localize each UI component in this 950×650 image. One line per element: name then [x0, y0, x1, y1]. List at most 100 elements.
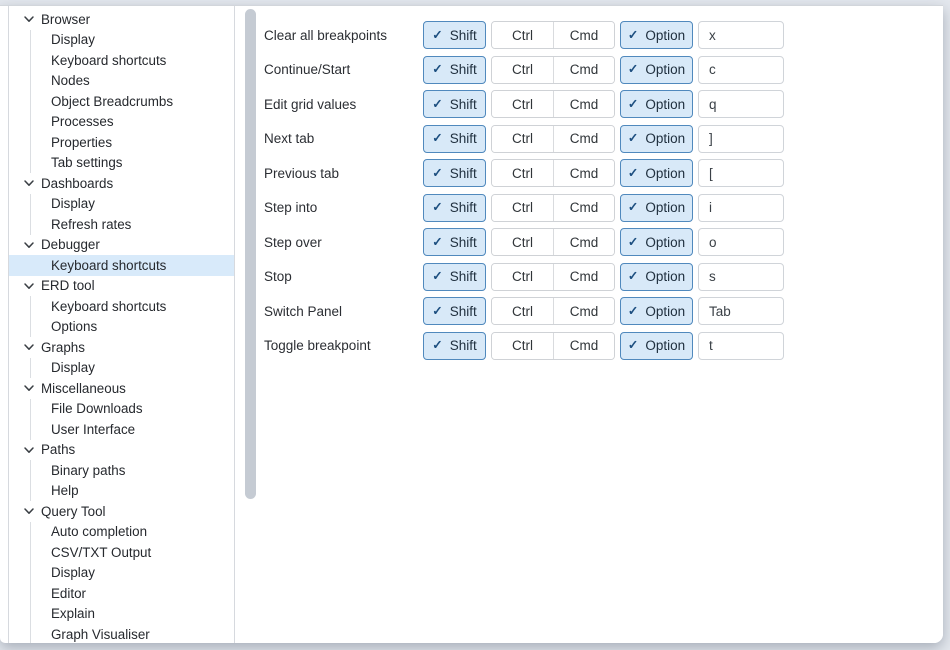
- chevron-down-icon[interactable]: [23, 177, 36, 190]
- check-icon: ✓: [432, 167, 442, 180]
- tree-child-label: Graph Visualiser: [51, 627, 150, 642]
- tree-children: Display Refresh rates: [30, 194, 234, 235]
- shift-toggle-button[interactable]: ✓ Shift: [423, 90, 486, 118]
- shift-toggle-button[interactable]: ✓ Shift: [423, 332, 486, 360]
- tree-child-item[interactable]: Keyboard shortcuts: [51, 296, 234, 317]
- key-input[interactable]: [698, 263, 784, 291]
- cmd-toggle-button[interactable]: Cmd: [553, 126, 614, 152]
- tree-child-item[interactable]: Binary paths: [51, 460, 234, 481]
- key-input[interactable]: [698, 90, 784, 118]
- tree-child-item[interactable]: Display: [51, 30, 234, 51]
- shift-toggle-button[interactable]: ✓ Shift: [423, 297, 486, 325]
- chevron-down-icon[interactable]: [23, 13, 36, 26]
- tree-group-item[interactable]: Debugger: [9, 235, 234, 256]
- tree-child-item[interactable]: File Downloads: [51, 399, 234, 420]
- option-toggle-button[interactable]: ✓ Option: [620, 263, 693, 291]
- tree-group-label: ERD tool: [41, 278, 95, 293]
- cmd-toggle-button[interactable]: Cmd: [553, 91, 614, 117]
- tree-child-item[interactable]: Properties: [51, 132, 234, 153]
- option-toggle-button[interactable]: ✓ Option: [620, 297, 693, 325]
- key-input[interactable]: [698, 332, 784, 360]
- cmd-toggle-button[interactable]: Cmd: [553, 229, 614, 255]
- ctrl-toggle-button[interactable]: Ctrl: [492, 160, 553, 186]
- option-toggle-button[interactable]: ✓ Option: [620, 90, 693, 118]
- option-toggle-button[interactable]: ✓ Option: [620, 125, 693, 153]
- tree-child-item[interactable]: Explain: [51, 604, 234, 625]
- shift-toggle-button[interactable]: ✓ Shift: [423, 56, 486, 84]
- chevron-down-icon[interactable]: [23, 341, 36, 354]
- tree-group-item[interactable]: Graphs: [9, 337, 234, 358]
- key-input[interactable]: [698, 228, 784, 256]
- cmd-toggle-button[interactable]: Cmd: [553, 298, 614, 324]
- shift-toggle-button[interactable]: ✓ Shift: [423, 125, 486, 153]
- cmd-toggle-button[interactable]: Cmd: [553, 160, 614, 186]
- chevron-down-icon[interactable]: [23, 443, 36, 456]
- shift-toggle-label: Shift: [450, 62, 477, 77]
- tree-child-item[interactable]: Auto completion: [51, 522, 234, 543]
- cmd-toggle-button[interactable]: Cmd: [553, 333, 614, 359]
- key-input[interactable]: [698, 125, 784, 153]
- sidebar-scrollbar-thumb[interactable]: [245, 9, 256, 499]
- tree-group-item[interactable]: ERD tool: [9, 276, 234, 297]
- tree-child-item[interactable]: User Interface: [51, 419, 234, 440]
- tree-child-label: Processes: [51, 114, 114, 129]
- option-toggle-button[interactable]: ✓ Option: [620, 228, 693, 256]
- ctrl-toggle-button[interactable]: Ctrl: [492, 91, 553, 117]
- shift-toggle-button[interactable]: ✓ Shift: [423, 194, 486, 222]
- tree-child-item[interactable]: Object Breadcrumbs: [51, 91, 234, 112]
- key-input[interactable]: [698, 297, 784, 325]
- shift-toggle-label: Shift: [450, 235, 477, 250]
- tree-group-item[interactable]: Paths: [9, 440, 234, 461]
- ctrl-toggle-button[interactable]: Ctrl: [492, 126, 553, 152]
- shift-toggle-button[interactable]: ✓ Shift: [423, 159, 486, 187]
- key-input[interactable]: [698, 194, 784, 222]
- shift-toggle-button[interactable]: ✓ Shift: [423, 228, 486, 256]
- tree-group-item[interactable]: Dashboards: [9, 173, 234, 194]
- key-input[interactable]: [698, 159, 784, 187]
- ctrl-toggle-button[interactable]: Ctrl: [492, 195, 553, 221]
- ctrl-toggle-button[interactable]: Ctrl: [492, 333, 553, 359]
- cmd-toggle-button[interactable]: Cmd: [553, 264, 614, 290]
- tree-child-item[interactable]: Tab settings: [51, 153, 234, 174]
- chevron-down-icon[interactable]: [23, 279, 36, 292]
- tree-child-item[interactable]: Nodes: [51, 71, 234, 92]
- tree-child-item[interactable]: Display: [51, 194, 234, 215]
- ctrl-toggle-button[interactable]: Ctrl: [492, 229, 553, 255]
- shift-toggle-button[interactable]: ✓ Shift: [423, 21, 486, 49]
- ctrl-toggle-button[interactable]: Ctrl: [492, 22, 553, 48]
- tree-group-item[interactable]: Browser: [9, 9, 234, 30]
- option-toggle-label: Option: [645, 166, 685, 181]
- tree-child-item[interactable]: Display: [51, 563, 234, 584]
- shift-toggle-button[interactable]: ✓ Shift: [423, 263, 486, 291]
- option-toggle-button[interactable]: ✓ Option: [620, 332, 693, 360]
- tree-child-item[interactable]: CSV/TXT Output: [51, 542, 234, 563]
- shortcut-row: Continue/Start ✓ Shift Ctrl Cmd ✓ Option: [264, 56, 943, 84]
- key-input[interactable]: [698, 21, 784, 49]
- cmd-toggle-button[interactable]: Cmd: [553, 22, 614, 48]
- option-toggle-button[interactable]: ✓ Option: [620, 21, 693, 49]
- option-toggle-button[interactable]: ✓ Option: [620, 194, 693, 222]
- cmd-toggle-button[interactable]: Cmd: [553, 195, 614, 221]
- tree-child-item[interactable]: Keyboard shortcuts: [51, 50, 234, 71]
- tree-child-item[interactable]: Graph Visualiser: [51, 624, 234, 643]
- option-toggle-button[interactable]: ✓ Option: [620, 56, 693, 84]
- tree-group-item[interactable]: Query Tool: [9, 501, 234, 522]
- tree-child-label: Keyboard shortcuts: [51, 53, 166, 68]
- ctrl-toggle-button[interactable]: Ctrl: [492, 264, 553, 290]
- tree-group-item[interactable]: Miscellaneous: [9, 378, 234, 399]
- tree-child-item[interactable]: Refresh rates: [51, 214, 234, 235]
- ctrl-toggle-button[interactable]: Ctrl: [492, 57, 553, 83]
- key-input[interactable]: [698, 56, 784, 84]
- cmd-toggle-button[interactable]: Cmd: [553, 57, 614, 83]
- chevron-down-icon[interactable]: [23, 382, 36, 395]
- tree-child-item[interactable]: Editor: [51, 583, 234, 604]
- chevron-down-icon[interactable]: [23, 238, 36, 251]
- option-toggle-button[interactable]: ✓ Option: [620, 159, 693, 187]
- ctrl-toggle-button[interactable]: Ctrl: [492, 298, 553, 324]
- tree-child-item[interactable]: Help: [51, 481, 234, 502]
- tree-child-item[interactable]: Keyboard shortcuts: [51, 255, 234, 276]
- tree-child-item[interactable]: Options: [51, 317, 234, 338]
- tree-child-item[interactable]: Processes: [51, 112, 234, 133]
- tree-child-item[interactable]: Display: [51, 358, 234, 379]
- chevron-down-icon[interactable]: [23, 505, 36, 518]
